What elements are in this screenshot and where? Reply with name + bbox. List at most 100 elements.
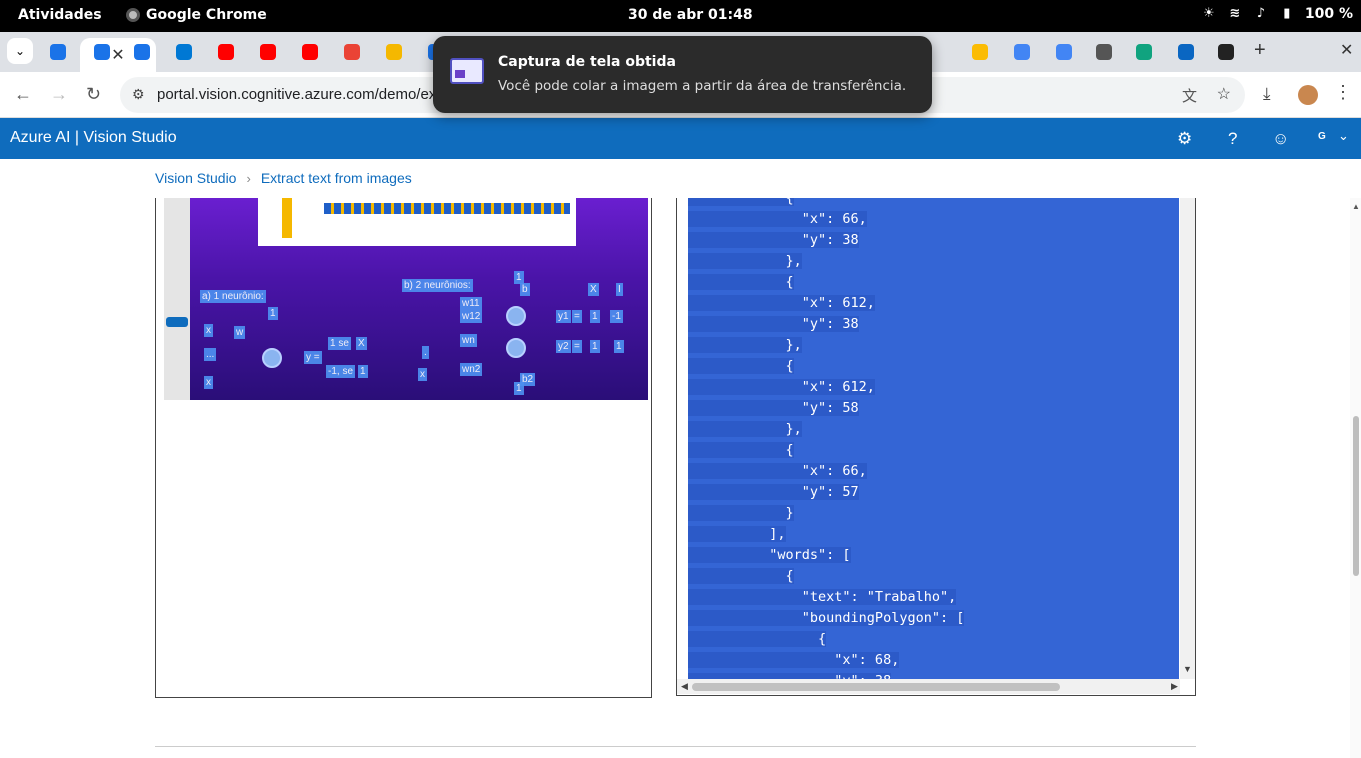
browser-tab[interactable]	[124, 38, 160, 66]
breadcrumb-root-link[interactable]: Vision Studio	[155, 170, 236, 186]
browser-tab[interactable]	[84, 38, 120, 66]
ocr-word-box[interactable]: 1	[590, 340, 600, 353]
tab-search-button[interactable]: ⌄	[7, 38, 33, 64]
chrome-menu-icon[interactable]: ⋮	[1334, 82, 1352, 103]
browser-tab[interactable]	[376, 38, 412, 66]
ocr-word-box[interactable]: 1	[590, 310, 600, 323]
browser-tab[interactable]	[1208, 38, 1244, 66]
ocr-word-box[interactable]: x	[204, 376, 213, 389]
battery-percent: 100 %	[1304, 6, 1353, 22]
settings-gear-icon[interactable]: ⚙	[1177, 129, 1192, 149]
ocr-word-box[interactable]: 1	[614, 340, 624, 353]
scroll-down-arrow-icon[interactable]: ▼	[1183, 664, 1192, 674]
back-icon[interactable]: ←	[14, 84, 32, 105]
browser-tab[interactable]	[962, 38, 998, 66]
thumbnail-selector[interactable]	[166, 317, 188, 327]
ocr-word-box[interactable]: x	[418, 368, 427, 381]
ocr-word-box[interactable]: wn2	[460, 363, 483, 376]
ocr-word-box[interactable]: y2	[556, 340, 571, 353]
reload-icon[interactable]: ↻	[86, 84, 101, 105]
ocr-word-box[interactable]: -1, se	[326, 365, 356, 378]
tab-favicon-icon	[386, 44, 402, 60]
site-info-icon[interactable]: ⚙	[132, 86, 145, 103]
ocr-word-box[interactable]: w12	[460, 310, 483, 323]
ocr-word-box[interactable]: a) 1 neurônio:	[200, 290, 266, 303]
volume-icon: ♪	[1256, 6, 1266, 21]
tab-favicon-icon	[1136, 44, 1152, 60]
ocr-word-box[interactable]: 1	[268, 307, 278, 320]
ocr-word-box[interactable]: X	[356, 337, 367, 350]
ocr-word-box[interactable]: X	[588, 283, 599, 296]
ocr-word-box[interactable]: I	[616, 283, 623, 296]
ocr-word-box[interactable]: -1	[610, 310, 623, 323]
translate-icon[interactable]: 文	[1182, 85, 1197, 106]
tab-favicon-icon	[344, 44, 360, 60]
close-window-icon[interactable]: ✕	[1340, 40, 1353, 60]
json-output-panel: { "x": 66, "y": 38 }, { "x": 612, "y": 3…	[676, 198, 1196, 696]
page-scrollbar[interactable]: ▲	[1350, 198, 1361, 758]
clock[interactable]: 30 de abr 01:48	[628, 7, 753, 23]
ocr-word-box[interactable]: ...	[204, 348, 217, 361]
browser-tab[interactable]	[1046, 38, 1082, 66]
system-tray[interactable]: ☀ ≋ ♪ ▮ 100 %	[1201, 6, 1353, 22]
horizontal-scrollbar[interactable]: ◀ ▶	[677, 679, 1180, 694]
tab-favicon-icon	[50, 44, 66, 60]
account-avatar[interactable]: G	[1318, 131, 1326, 142]
browser-tab[interactable]	[40, 38, 76, 66]
app-menu[interactable]: Google Chrome	[126, 7, 267, 23]
forward-icon[interactable]: →	[50, 84, 68, 105]
download-icon[interactable]: ⤓	[1263, 84, 1271, 104]
ocr-word-box[interactable]: y =	[304, 351, 322, 364]
browser-tab[interactable]	[292, 38, 328, 66]
browser-tab[interactable]	[166, 38, 202, 66]
scroll-right-arrow-icon[interactable]: ▶	[1171, 681, 1178, 692]
browser-tab[interactable]	[1168, 38, 1204, 66]
tab-favicon-icon	[260, 44, 276, 60]
browser-tab[interactable]	[208, 38, 244, 66]
screenshot-notification[interactable]: Captura de tela obtida Você pode colar a…	[433, 36, 932, 113]
json-line: "y": 58	[688, 400, 859, 416]
horizontal-scroll-thumb[interactable]	[692, 683, 1060, 691]
page-scroll-thumb[interactable]	[1353, 416, 1359, 576]
vertical-scrollbar[interactable]: ▼	[1180, 198, 1195, 679]
ocr-word-box[interactable]: 1	[514, 382, 524, 395]
ocr-word-box[interactable]: 1	[358, 365, 368, 378]
url-text[interactable]: portal.vision.cognitive.azure.com/demo/e…	[157, 86, 454, 103]
chevron-down-icon[interactable]: ⌄	[1338, 128, 1349, 144]
activities-button[interactable]: Atividades	[18, 7, 102, 23]
json-line: "words": [	[688, 547, 851, 563]
profile-avatar[interactable]	[1298, 85, 1318, 105]
ocr-word-box[interactable]: w	[234, 326, 246, 339]
wifi-icon: ≋	[1229, 6, 1241, 21]
brand-title[interactable]: Azure AI | Vision Studio	[10, 129, 177, 147]
scroll-left-arrow-icon[interactable]: ◀	[681, 681, 688, 692]
browser-tab[interactable]	[1086, 38, 1122, 66]
new-tab-button[interactable]: +	[1254, 39, 1266, 62]
tab-favicon-icon	[302, 44, 318, 60]
json-code-view[interactable]: { "x": 66, "y": 38 }, { "x": 612, "y": 3…	[688, 198, 1179, 679]
browser-tab[interactable]	[334, 38, 370, 66]
help-icon[interactable]: ?	[1228, 129, 1237, 149]
feedback-smiley-icon[interactable]: ☺	[1272, 129, 1289, 149]
ocr-word-box[interactable]: b) 2 neurônios:	[402, 279, 473, 292]
browser-tab[interactable]	[1004, 38, 1040, 66]
json-line: "x": 612,	[688, 379, 875, 395]
tab-favicon-icon	[1014, 44, 1030, 60]
ocr-word-box[interactable]: w11	[460, 297, 482, 310]
ocr-word-box[interactable]: =	[572, 310, 582, 323]
browser-tab[interactable]	[1126, 38, 1162, 66]
ocr-word-box[interactable]: wn	[460, 334, 477, 347]
page-scroll-up-arrow-icon[interactable]: ▲	[1352, 202, 1360, 211]
ocr-word-box[interactable]: .	[422, 346, 429, 359]
ocr-word-box[interactable]: x	[204, 324, 213, 337]
ocr-word-box[interactable]: b	[520, 283, 530, 296]
neuron-circle	[506, 306, 526, 326]
app-name: Google Chrome	[146, 7, 267, 23]
ocr-word-box[interactable]: y1	[556, 310, 571, 323]
browser-tab[interactable]	[250, 38, 286, 66]
breadcrumb-current-link[interactable]: Extract text from images	[261, 170, 412, 186]
bookmark-star-icon[interactable]: ☆	[1217, 84, 1231, 104]
ocr-word-box[interactable]: =	[572, 340, 582, 353]
json-line: "x": 66,	[688, 463, 867, 479]
ocr-word-box[interactable]: 1 se	[328, 337, 351, 350]
